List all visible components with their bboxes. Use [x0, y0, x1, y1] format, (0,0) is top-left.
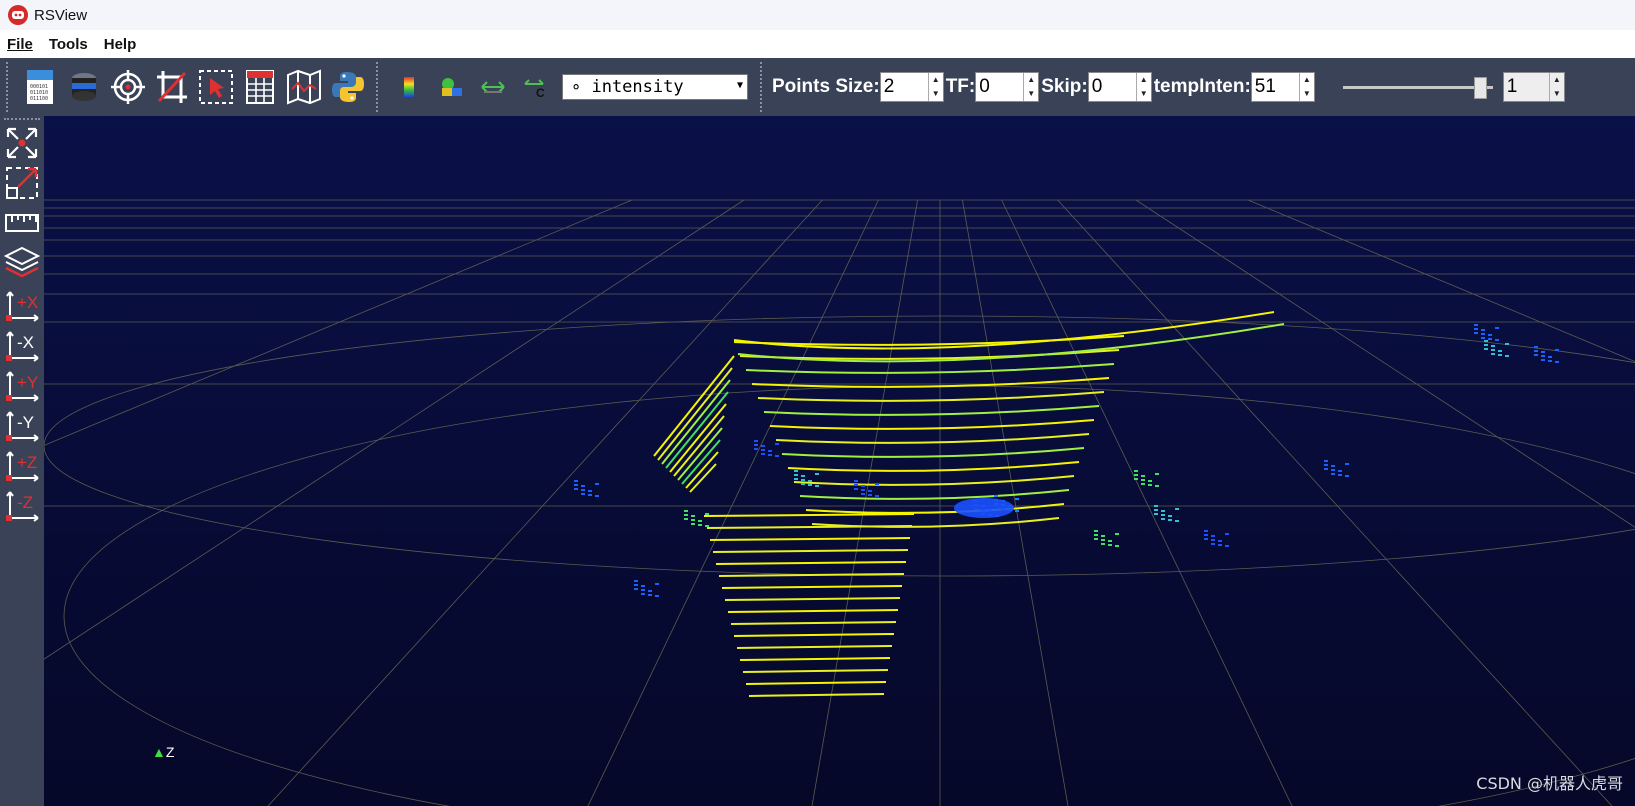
frame-value: 1	[1506, 76, 1518, 97]
spreadsheet-icon[interactable]	[240, 65, 280, 109]
view-label-minus-x: -X	[17, 333, 34, 352]
zoom-box-icon[interactable]	[2, 164, 42, 202]
points-size-spinbox[interactable]: 2 ▲ ▼	[879, 72, 944, 102]
target-icon[interactable]	[108, 65, 148, 109]
z-axis-label: ▲Z	[152, 744, 175, 760]
view-label-plus-x: +X	[17, 293, 38, 312]
spin-up-icon[interactable]: ▲	[1024, 73, 1038, 87]
chevron-down-icon: ▼	[736, 80, 743, 91]
tf-value: 0	[979, 76, 990, 97]
points-size-value: 2	[883, 76, 895, 97]
tf-spinbox[interactable]: 0 ▲ ▼	[975, 72, 1040, 102]
view-label-minus-z: -Z	[17, 493, 33, 512]
title-bar: RSView	[0, 0, 1635, 30]
menu-tools[interactable]: Tools	[41, 36, 96, 53]
temp-inten-label: tempInten:	[1153, 76, 1251, 97]
layers-icon[interactable]	[2, 244, 42, 282]
slider-thumb[interactable]	[1473, 77, 1487, 99]
python-icon[interactable]	[328, 65, 368, 109]
view-plus-z[interactable]: +Z	[2, 448, 42, 486]
spin-up-icon[interactable]: ▲	[1300, 73, 1314, 87]
color-by-select[interactable]: ∘ intensity ▼	[562, 74, 748, 100]
toolbar-grip[interactable]	[6, 62, 12, 112]
temp-inten-value: 51	[1254, 76, 1276, 97]
spin-down-icon[interactable]: ▼	[1024, 87, 1038, 101]
reset-camera-icon[interactable]	[2, 124, 42, 162]
ruler-icon[interactable]	[2, 204, 42, 242]
spin-down-icon[interactable]: ▼	[1300, 87, 1314, 101]
view-sidebar: +X -X +Y -Y +Z -Z	[0, 116, 44, 806]
point-cloud-canvas[interactable]	[44, 116, 1635, 806]
view-plus-y[interactable]: +Y	[2, 368, 42, 406]
view-label-minus-y: -Y	[17, 413, 34, 432]
crop-icon[interactable]	[152, 65, 192, 109]
select-region-icon[interactable]	[196, 65, 236, 109]
measure-icon[interactable]	[473, 65, 513, 109]
view-minus-z[interactable]: -Z	[2, 488, 42, 526]
svg-text:C: C	[536, 86, 545, 98]
watermark: CSDN @机器人虎哥	[1476, 774, 1623, 793]
calibrate-icon[interactable]: C	[515, 65, 555, 109]
slider-track	[1342, 86, 1493, 89]
skip-spinbox[interactable]: 0 ▲ ▼	[1087, 72, 1152, 102]
sensor-icon[interactable]	[64, 65, 104, 109]
window-title: RSView	[34, 6, 88, 24]
view-label-plus-y: +Y	[17, 373, 38, 392]
tf-label: TF:	[945, 76, 976, 97]
sidebar-grip[interactable]	[4, 118, 40, 120]
open-file-icon[interactable]: 000101 011010 011100	[20, 65, 60, 109]
color-by-value: ∘ intensity	[571, 77, 684, 97]
menu-bar: File Tools Help	[0, 30, 1635, 58]
spin-up-icon[interactable]: ▲	[929, 73, 943, 87]
spin-down-icon[interactable]: ▼	[1550, 87, 1564, 101]
view-plus-x[interactable]: +X	[2, 288, 42, 326]
menu-help[interactable]: Help	[96, 36, 145, 53]
spin-up-icon[interactable]: ▲	[1137, 73, 1151, 87]
view-label-plus-z: +Z	[17, 453, 37, 472]
point-cloud-viewport[interactable]	[44, 116, 1635, 806]
color-by-icon[interactable]	[431, 65, 471, 109]
view-minus-y[interactable]: -Y	[2, 408, 42, 446]
frame-spinbox[interactable]: 1 ▲ ▼	[1502, 72, 1565, 102]
temp-inten-spinbox[interactable]: 51 ▲ ▼	[1250, 72, 1315, 102]
spin-down-icon[interactable]: ▼	[1137, 87, 1151, 101]
toolbar-grip-2[interactable]	[376, 62, 382, 112]
rsview-logo-icon	[8, 5, 28, 25]
toolbar-grip-3[interactable]	[760, 62, 766, 112]
main-toolbar: 000101 011010 011100 C ∘ intensity ▼ Point…	[0, 58, 1635, 116]
map-icon[interactable]	[284, 65, 324, 109]
points-size-label: Points Size:	[772, 76, 880, 97]
skip-label: Skip:	[1041, 76, 1088, 97]
svg-text:011100: 011100	[30, 96, 48, 102]
frame-slider[interactable]	[1342, 77, 1493, 99]
spin-down-icon[interactable]: ▼	[929, 87, 943, 101]
spin-up-icon[interactable]: ▲	[1550, 73, 1564, 87]
skip-value: 0	[1091, 76, 1103, 97]
view-minus-x[interactable]: -X	[2, 328, 42, 366]
color-legend-icon[interactable]	[389, 65, 429, 109]
menu-file[interactable]: File	[0, 36, 41, 53]
